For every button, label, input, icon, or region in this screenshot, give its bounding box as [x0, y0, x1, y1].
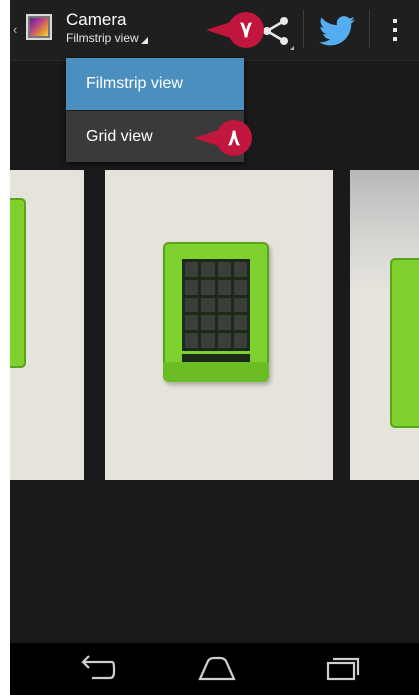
dropdown-item-filmstrip[interactable]: Filmstrip view: [66, 58, 244, 110]
camera-gallery-icon[interactable]: [26, 14, 52, 40]
spinner-title[interactable]: Camera Filmstrip view: [66, 10, 148, 45]
photo-thumbnail-previous[interactable]: [10, 170, 84, 480]
recent-apps-icon[interactable]: [322, 655, 362, 683]
annotation-callout-8: ٨: [186, 120, 252, 156]
back-icon[interactable]: [74, 654, 118, 684]
up-caret-icon[interactable]: ‹: [13, 22, 17, 37]
board-photo: [390, 258, 419, 428]
home-icon[interactable]: [196, 655, 238, 683]
photo-current[interactable]: [105, 170, 333, 480]
board-photo: [163, 242, 269, 382]
divider: [369, 10, 370, 48]
board-photo: [10, 198, 26, 368]
filmstrip[interactable]: [10, 170, 419, 480]
divider: [303, 10, 304, 48]
app-title: Camera: [66, 10, 127, 29]
annotation-callout-7: ٧: [198, 12, 264, 48]
annotation-number: ٧: [228, 12, 264, 48]
annotation-number: ٨: [216, 120, 252, 156]
dropdown-corner-icon: [140, 37, 148, 44]
twitter-icon: [319, 16, 355, 46]
photo-thumbnail-next[interactable]: [350, 170, 419, 480]
navigation-bar: [10, 643, 419, 695]
view-mode-subtitle: Filmstrip view: [66, 31, 139, 45]
overflow-menu-button[interactable]: [372, 0, 418, 60]
phone-screen: ‹ Camera Filmstrip view Filmstrip view G…: [10, 0, 419, 695]
twitter-button[interactable]: [306, 0, 368, 60]
overflow-menu-icon: [393, 19, 397, 41]
